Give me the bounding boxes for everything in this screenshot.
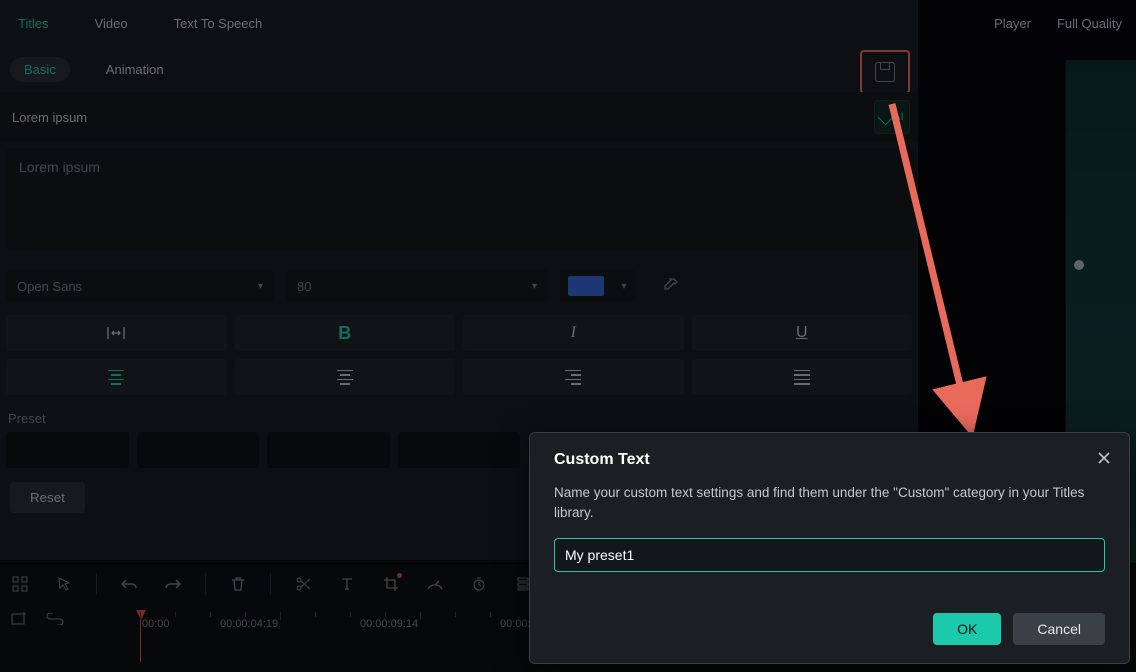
dialog-title: Custom Text — [554, 451, 1105, 469]
ok-button[interactable]: OK — [933, 613, 1001, 645]
dialog-actions: OK Cancel — [933, 613, 1105, 645]
custom-text-dialog: Custom Text Name your custom text settin… — [529, 432, 1130, 664]
cancel-button[interactable]: Cancel — [1013, 613, 1105, 645]
preset-name-input[interactable] — [554, 538, 1105, 572]
close-button[interactable] — [1093, 447, 1115, 469]
dialog-description: Name your custom text settings and find … — [554, 483, 1105, 524]
close-icon — [1097, 451, 1111, 465]
